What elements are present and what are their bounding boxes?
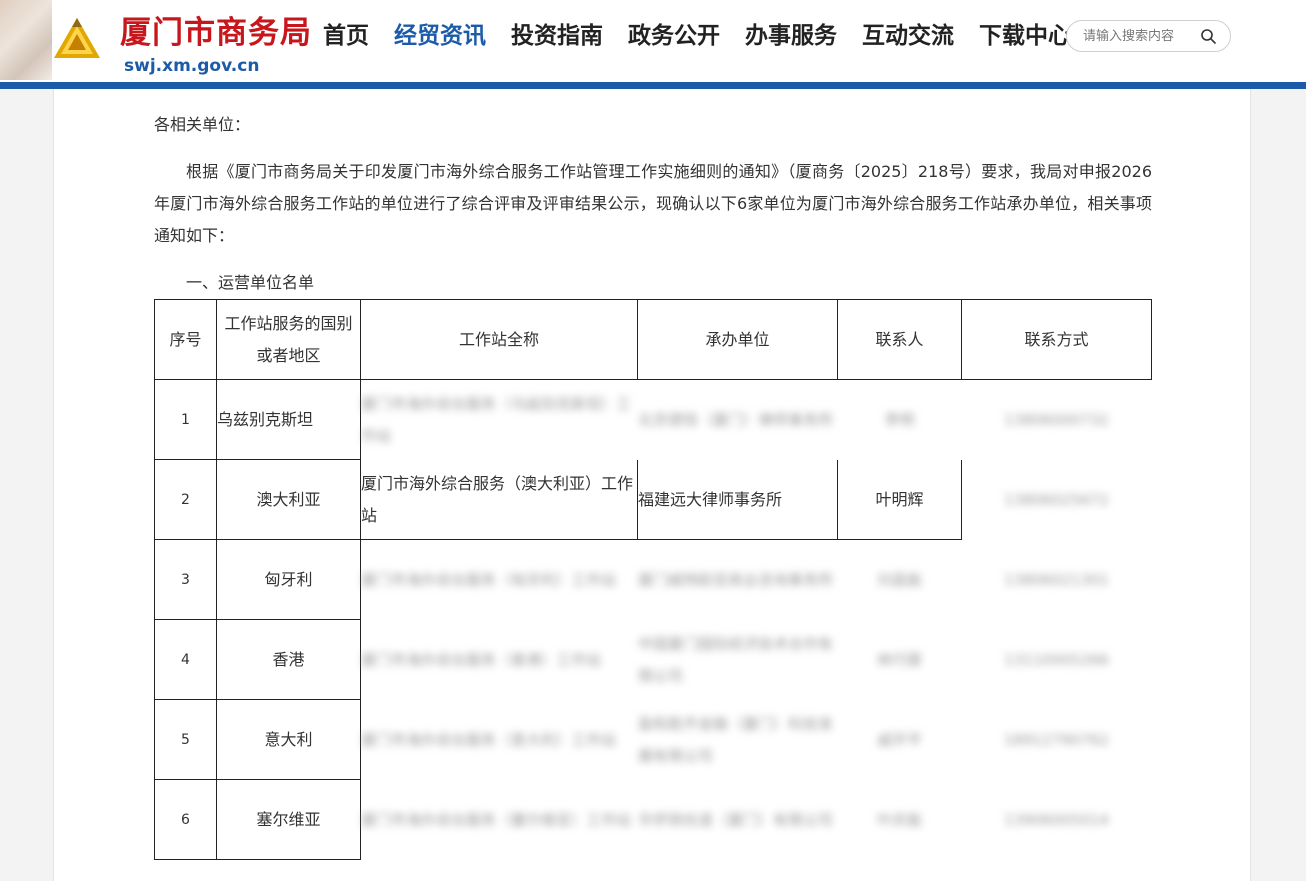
table-cell-contact: 叶明辉 xyxy=(837,459,962,540)
triangle-emblem-icon[interactable] xyxy=(52,16,102,60)
table-cell-region: 意大利 xyxy=(216,699,361,780)
table-cell-organizer: 厦门威特欧亚商业咨询事务所 xyxy=(637,539,838,620)
nav-item-downloads[interactable]: 下载中心 xyxy=(979,18,1071,54)
table-cell-phone: 18912790762 xyxy=(961,699,1152,780)
article-greeting: 各相关单位： xyxy=(154,115,251,134)
table-cell-index: 4 xyxy=(154,619,217,700)
table-header-cell: 工作站服务的国别或者地区 xyxy=(216,299,361,380)
table-header-cell: 联系方式 xyxy=(961,299,1152,380)
table-cell-contact: 李明 xyxy=(837,379,962,460)
site-header: 厦门市商务局 swj.xm.gov.cn 首页 经贸资讯 投资指南 政务公开 办… xyxy=(0,0,1306,82)
nav-item-interaction[interactable]: 互动交流 xyxy=(862,18,954,54)
table-cell-organizer: 福建远大律师事务所 xyxy=(637,459,838,540)
table-cell-index: 1 xyxy=(154,379,217,460)
table-row: 4 香港 厦门市海外综合服务（香港）工作站 中国厦门国际经济技术合作有限公司 林… xyxy=(154,619,1152,700)
site-domain: swj.xm.gov.cn xyxy=(124,56,260,76)
table-cell-organizer: 盈和胜齐金融（厦门）科技发展有限公司 xyxy=(637,699,838,780)
main-nav: 首页 经贸资讯 投资指南 政务公开 办事服务 互动交流 下载中心 xyxy=(323,18,1096,54)
table-cell-index: 5 xyxy=(154,699,217,780)
table-cell-region: 塞尔维亚 xyxy=(216,779,361,860)
table-cell-phone: 13806025672 xyxy=(961,459,1152,540)
table-cell-region: 乌兹别克斯坦 xyxy=(216,379,361,460)
nav-item-services[interactable]: 办事服务 xyxy=(745,18,837,54)
table-cell-index: 6 xyxy=(154,779,217,860)
nav-item-investment-guide[interactable]: 投资指南 xyxy=(511,18,603,54)
table-cell-phone: 13806000732 xyxy=(961,379,1152,460)
table-cell-contact: 叶庆能 xyxy=(837,779,962,860)
table-cell-station-name: 厦门市海外综合服务（澳大利亚）工作站 xyxy=(360,459,638,540)
table-header-cell: 承办单位 xyxy=(637,299,838,380)
table-cell-contact: 林巧蓉 xyxy=(837,619,962,700)
nav-item-home[interactable]: 首页 xyxy=(323,18,369,54)
table-header-cell: 联系人 xyxy=(837,299,962,380)
table-cell-phone: 13806021301 xyxy=(961,539,1152,620)
table-cell-organizer: 中国厦门国际经济技术合作有限公司 xyxy=(637,619,838,700)
table-cell-station-name: 厦门市海外综合服务（意大利）工作站 xyxy=(360,699,638,780)
table-cell-phone: 13110005266 xyxy=(961,619,1152,700)
article-content: 各相关单位： 根据《厦门市商务局关于印发厦门市海外综合服务工作站管理工作实施细则… xyxy=(53,89,1251,881)
site-title[interactable]: 厦门市商务局 xyxy=(120,14,312,52)
table-cell-phone: 13906005014 xyxy=(961,779,1152,860)
search-input[interactable] xyxy=(1083,26,1193,46)
search-box xyxy=(1066,20,1231,52)
operating-units-table: 序号 工作站服务的国别或者地区 工作站全称 承办单位 联系人 联系方式 1 乌兹… xyxy=(154,299,1152,860)
nav-item-government-affairs[interactable]: 政务公开 xyxy=(628,18,720,54)
table-row: 6 塞尔维亚 厦门市海外综合服务（塞尔维亚）工作站 华侨铁柱道（厦门）有限公司 … xyxy=(154,779,1152,860)
table-cell-station-name: 厦门市海外综合服务（匈牙利）工作站 xyxy=(360,539,638,620)
nav-item-trade-news[interactable]: 经贸资讯 xyxy=(394,18,486,54)
table-header-cell: 工作站全称 xyxy=(360,299,638,380)
table-cell-index: 3 xyxy=(154,539,217,620)
table-row: 3 匈牙利 厦门市海外综合服务（匈牙利）工作站 厦门威特欧亚商业咨询事务所 刘昌… xyxy=(154,539,1152,620)
search-icon[interactable] xyxy=(1200,28,1217,45)
table-cell-region: 匈牙利 xyxy=(216,539,361,620)
table-row: 5 意大利 厦门市海外综合服务（意大利）工作站 盈和胜齐金融（厦门）科技发展有限… xyxy=(154,699,1152,780)
table-cell-station-name: 厦门市海外综合服务（香港）工作站 xyxy=(360,619,638,700)
table-cell-station-name: 厦门市海外综合服务（塞尔维亚）工作站 xyxy=(360,779,638,860)
table-header-row: 序号 工作站服务的国别或者地区 工作站全称 承办单位 联系人 联系方式 xyxy=(154,299,1152,380)
table-cell-region: 澳大利亚 xyxy=(216,459,361,540)
table-cell-contact: 戚开平 xyxy=(837,699,962,780)
table-cell-station-name: 厦门市海外综合服务（乌兹别克斯坦）工作站 xyxy=(360,379,638,460)
table-row: 1 乌兹别克斯坦 厦门市海外综合服务（乌兹别克斯坦）工作站 北京德恒（厦门）律师… xyxy=(154,379,1152,460)
table-header-cell: 序号 xyxy=(154,299,217,380)
section-title: 一、运营单位名单 xyxy=(186,273,315,292)
article-body: 根据《厦门市商务局关于印发厦门市海外综合服务工作站管理工作实施细则的通知》（厦商… xyxy=(154,162,1152,245)
header-divider xyxy=(0,82,1306,89)
table-cell-organizer: 华侨铁柱道（厦门）有限公司 xyxy=(637,779,838,860)
table-cell-organizer: 北京德恒（厦门）律师事务所 xyxy=(637,379,838,460)
table-cell-region: 香港 xyxy=(216,619,361,700)
header-decoration-image xyxy=(0,0,52,80)
table-cell-contact: 刘昌能 xyxy=(837,539,962,620)
table-row: 2 澳大利亚 厦门市海外综合服务（澳大利亚）工作站 福建远大律师事务所 叶明辉 … xyxy=(154,459,1152,540)
table-cell-index: 2 xyxy=(154,459,217,540)
